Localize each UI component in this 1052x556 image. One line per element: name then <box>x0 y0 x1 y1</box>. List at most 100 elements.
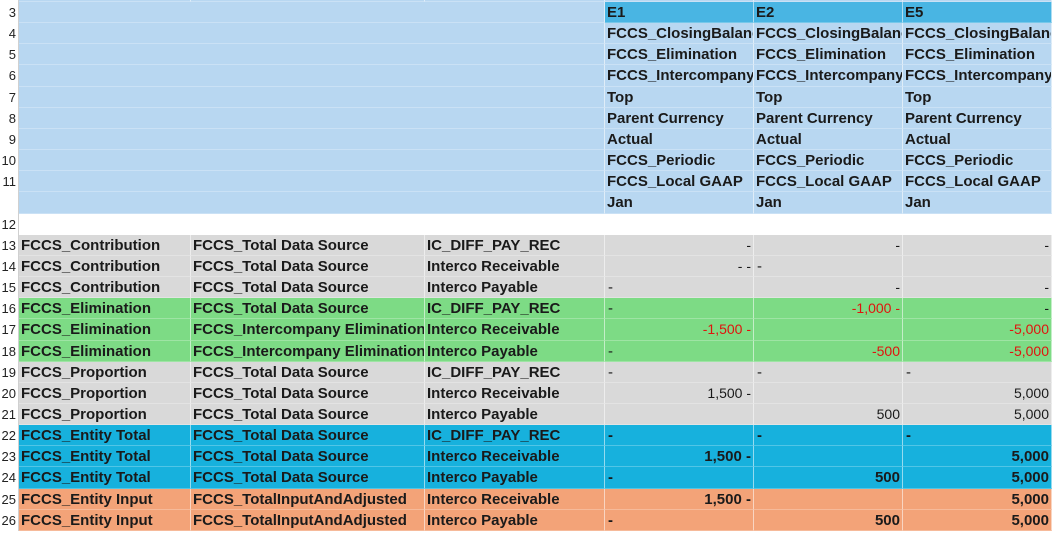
dimension-cell[interactable]: FCCS_Intercompany <box>903 65 1052 87</box>
dimension-cell[interactable]: Jan <box>754 192 903 214</box>
value-cell-e2[interactable]: - <box>754 361 903 383</box>
view-member-cell[interactable]: FCCS_Elimination <box>19 298 191 320</box>
data-source-cell[interactable]: FCCS_Total Data Source <box>191 425 425 447</box>
value-cell-e5[interactable]: 5,000 <box>903 488 1052 510</box>
value-cell-e5[interactable]: - <box>903 425 1052 447</box>
value-cell-e1[interactable]: - <box>605 340 754 362</box>
dimension-cell[interactable]: FCCS_Local GAAP <box>754 171 903 193</box>
value-cell-e1[interactable]: - <box>605 234 754 256</box>
account-cell[interactable]: Interco Payable <box>425 403 605 426</box>
header-blank-cell[interactable] <box>19 128 605 151</box>
account-cell[interactable]: Interco Receivable <box>425 319 605 341</box>
dimension-cell[interactable]: Parent Currency <box>754 107 903 129</box>
value-cell-e5[interactable]: 5,000 <box>903 446 1052 468</box>
empty-cell[interactable] <box>903 213 1052 235</box>
empty-cell[interactable] <box>191 213 425 235</box>
account-cell[interactable]: Interco Receivable <box>425 382 605 404</box>
data-source-cell[interactable]: FCCS_Total Data Source <box>191 361 425 383</box>
value-cell-e2[interactable]: - <box>754 425 903 447</box>
view-member-cell[interactable]: FCCS_Entity Total <box>19 425 191 447</box>
view-member-cell[interactable]: FCCS_Entity Total <box>19 446 191 468</box>
empty-cell[interactable] <box>605 213 754 235</box>
dimension-cell[interactable]: Actual <box>754 128 903 151</box>
view-member-cell[interactable]: FCCS_Entity Total <box>19 467 191 489</box>
dimension-cell[interactable]: FCCS_Periodic <box>754 150 903 172</box>
dimension-cell[interactable]: FCCS_Elimination <box>754 44 903 66</box>
value-cell-e2[interactable]: -500 <box>754 340 903 362</box>
view-member-cell[interactable]: FCCS_Proportion <box>19 361 191 383</box>
data-source-cell[interactable]: FCCS_Intercompany Eliminations <box>191 319 425 341</box>
entity-header-cell[interactable]: E2 <box>754 2 903 24</box>
view-member-cell[interactable]: FCCS_Contribution <box>19 277 191 299</box>
value-cell-e5[interactable]: 5,000 <box>903 382 1052 404</box>
value-cell-e5[interactable]: - <box>903 234 1052 256</box>
dimension-cell[interactable]: FCCS_Intercompany <box>754 65 903 87</box>
value-cell-e1[interactable]: -1,500 - <box>605 319 754 341</box>
account-cell[interactable]: Interco Payable <box>425 509 605 531</box>
header-blank-cell[interactable] <box>19 23 605 45</box>
value-cell-e1[interactable]: - <box>605 361 754 383</box>
data-source-cell[interactable]: FCCS_Total Data Source <box>191 446 425 468</box>
empty-cell[interactable] <box>425 213 605 235</box>
empty-cell[interactable] <box>754 213 903 235</box>
account-cell[interactable]: Interco Receivable <box>425 488 605 510</box>
dimension-cell[interactable]: FCCS_ClosingBalanc <box>605 23 754 45</box>
data-source-cell[interactable]: FCCS_TotalInputAndAdjusted <box>191 509 425 531</box>
data-source-cell[interactable]: FCCS_Total Data Source <box>191 298 425 320</box>
value-cell-e2[interactable]: 500 <box>754 403 903 426</box>
account-cell[interactable]: IC_DIFF_PAY_REC <box>425 234 605 256</box>
header-blank-cell[interactable] <box>19 65 605 87</box>
value-cell-e2[interactable] <box>754 382 903 404</box>
header-blank-cell[interactable] <box>19 171 605 193</box>
account-cell[interactable]: Interco Receivable <box>425 446 605 468</box>
view-member-cell[interactable]: FCCS_Contribution <box>19 234 191 256</box>
value-cell-e1[interactable]: - - <box>605 255 754 278</box>
value-cell-e5[interactable]: - <box>903 277 1052 299</box>
dimension-cell[interactable]: FCCS_Intercompany <box>605 65 754 87</box>
account-cell[interactable]: Interco Payable <box>425 340 605 362</box>
data-source-cell[interactable]: FCCS_Total Data Source <box>191 403 425 426</box>
header-blank-cell[interactable] <box>19 86 605 108</box>
account-cell[interactable]: IC_DIFF_PAY_REC <box>425 425 605 447</box>
value-cell-e5[interactable]: 5,000 <box>903 403 1052 426</box>
header-blank-cell[interactable] <box>19 150 605 172</box>
data-source-cell[interactable]: FCCS_Intercompany Eliminations <box>191 340 425 362</box>
dimension-cell[interactable]: Top <box>605 86 754 108</box>
value-cell-e5[interactable]: 5,000 <box>903 509 1052 531</box>
value-cell-e2[interactable]: - <box>754 234 903 256</box>
dimension-cell[interactable]: FCCS_Periodic <box>903 150 1052 172</box>
value-cell-e1[interactable]: - <box>605 298 754 320</box>
data-source-cell[interactable]: FCCS_Total Data Source <box>191 467 425 489</box>
view-member-cell[interactable]: FCCS_Entity Input <box>19 488 191 510</box>
value-cell-e1[interactable]: 1,500 - <box>605 488 754 510</box>
dimension-cell[interactable]: FCCS_ClosingBalanc <box>754 23 903 45</box>
value-cell-e2[interactable]: 500 <box>754 509 903 531</box>
header-blank-cell[interactable] <box>19 2 605 24</box>
value-cell-e2[interactable]: 500 <box>754 467 903 489</box>
value-cell-e1[interactable]: 1,500 - <box>605 446 754 468</box>
header-blank-cell[interactable] <box>19 192 605 214</box>
view-member-cell[interactable]: FCCS_Elimination <box>19 340 191 362</box>
dimension-cell[interactable]: Parent Currency <box>605 107 754 129</box>
value-cell-e5[interactable]: 5,000 <box>903 467 1052 489</box>
value-cell-e1[interactable]: - <box>605 509 754 531</box>
value-cell-e5[interactable] <box>903 255 1052 278</box>
dimension-cell[interactable]: FCCS_Elimination <box>903 44 1052 66</box>
empty-cell[interactable] <box>19 213 191 235</box>
entity-header-cell[interactable]: E5 <box>903 2 1052 24</box>
header-blank-cell[interactable] <box>19 107 605 129</box>
dimension-cell[interactable]: FCCS_Elimination <box>605 44 754 66</box>
value-cell-e2[interactable]: -1,000 - <box>754 298 903 320</box>
account-cell[interactable]: IC_DIFF_PAY_REC <box>425 361 605 383</box>
view-member-cell[interactable]: FCCS_Contribution <box>19 255 191 278</box>
account-cell[interactable]: Interco Payable <box>425 467 605 489</box>
data-source-cell[interactable]: FCCS_Total Data Source <box>191 382 425 404</box>
value-cell-e1[interactable]: - <box>605 467 754 489</box>
data-source-cell[interactable]: FCCS_Total Data Source <box>191 234 425 256</box>
value-cell-e1[interactable]: 1,500 - <box>605 382 754 404</box>
value-cell-e2[interactable]: - <box>754 277 903 299</box>
value-cell-e2[interactable]: - <box>754 255 903 278</box>
dimension-cell[interactable]: FCCS_Local GAAP <box>605 171 754 193</box>
view-member-cell[interactable]: FCCS_Elimination <box>19 319 191 341</box>
data-source-cell[interactable]: FCCS_TotalInputAndAdjusted <box>191 488 425 510</box>
